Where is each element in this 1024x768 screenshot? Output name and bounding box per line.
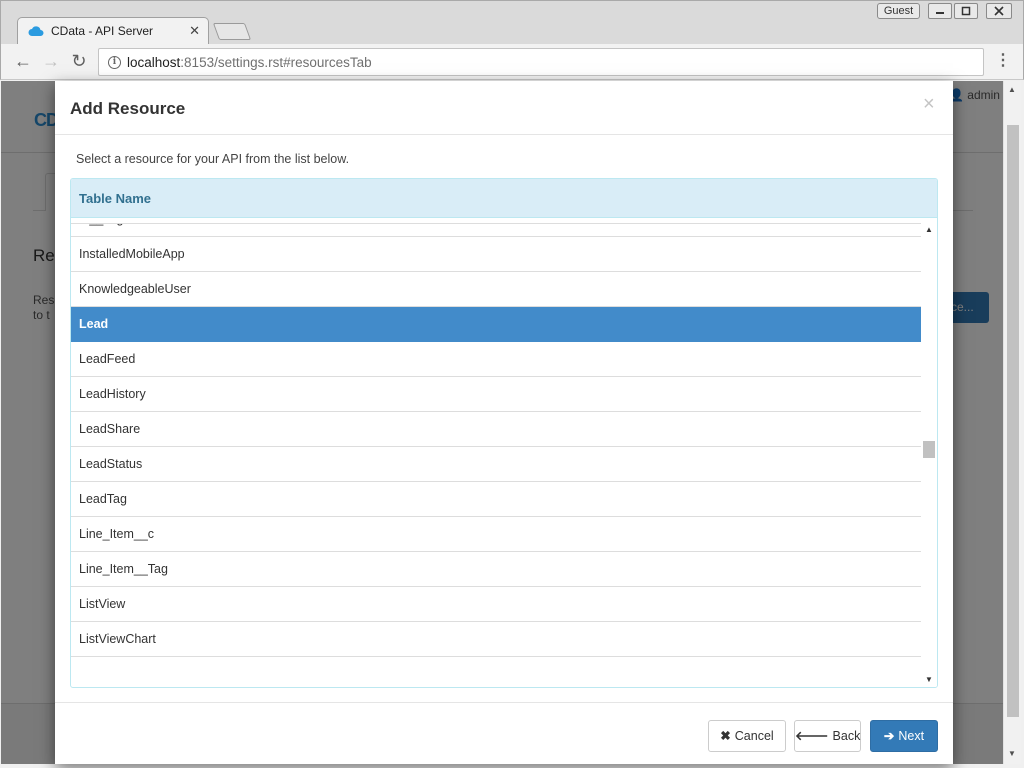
table-row[interactable]: LeadStatus [71, 447, 921, 482]
url-path: :8153/settings.rst#resourcesTab [180, 55, 372, 70]
close-icon[interactable]: × [923, 94, 935, 114]
table-cell-name: Lead [79, 317, 109, 331]
table-cell-name: LeadShare [79, 422, 141, 436]
table-cell-name: LeadHistory [79, 387, 146, 401]
table-cell-name: Line_Item__c [79, 527, 155, 541]
times-icon: ✖ [720, 729, 731, 743]
resource-table: Table Name Id__Tag InstalledMobileApp Know… [70, 178, 938, 688]
modal-title: Add Resource [70, 99, 186, 118]
next-button[interactable]: ➔ Next [870, 720, 938, 752]
table-row[interactable]: ListViewChart [71, 622, 921, 657]
table-cell-name: KnowledgeableUser [79, 282, 191, 296]
table-scroll-down-icon[interactable]: ▼ [925, 675, 933, 684]
table-row[interactable]: Id__Tag [71, 224, 921, 237]
add-resource-modal: Add Resource × Select a resource for you… [55, 81, 953, 764]
table-cell-name: LeadTag [79, 492, 127, 506]
window-close-icon[interactable] [986, 3, 1012, 19]
cancel-button[interactable]: ✖ Cancel [708, 720, 786, 752]
table-row[interactable]: LeadTag [71, 482, 921, 517]
browser-toolbar: ← → ↻ i localhost:8153/settings.rst#reso… [0, 44, 1024, 80]
page-scroll-thumb[interactable] [1007, 125, 1019, 717]
reload-icon[interactable]: ↻ [68, 51, 90, 73]
tab-close-icon[interactable]: ✕ [189, 23, 200, 39]
column-header-table-name[interactable]: Table Name [79, 191, 151, 206]
profile-badge[interactable]: Guest [877, 3, 920, 19]
back-arrow-icon[interactable]: ← [12, 51, 34, 73]
table-scroll-thumb[interactable] [923, 441, 935, 458]
browser-tab[interactable]: CData - API Server ✕ [17, 17, 209, 45]
modal-footer: ✖ Cancel 🡐 Back ➔ Next [55, 702, 953, 764]
browser-menu-icon[interactable]: ⋮ [995, 52, 1011, 72]
table-row[interactable]: KnowledgeableUser [71, 272, 921, 307]
url-text[interactable]: localhost:8153/settings.rst#resourcesTab [127, 55, 372, 70]
table-cell-name: ListView [79, 597, 126, 611]
table-row[interactable]: LeadFeed [71, 342, 921, 377]
back-button[interactable]: 🡐 Back [794, 720, 861, 752]
maximize-icon[interactable] [954, 3, 978, 19]
cancel-label: Cancel [734, 729, 774, 743]
table-row[interactable]: Line_Item__Tag [71, 552, 921, 587]
minimize-icon[interactable] [928, 3, 952, 19]
table-cell-name: InstalledMobileApp [79, 247, 185, 261]
next-label: Next [898, 729, 925, 743]
table-cell-name: Line_Item__Tag [79, 562, 168, 576]
table-row[interactable]: LeadShare [71, 412, 921, 447]
table-row[interactable]: Line_Item__c [71, 517, 921, 552]
scroll-up-icon[interactable]: ▲ [1008, 85, 1016, 94]
info-icon[interactable]: i [108, 56, 121, 69]
table-body: Id__Tag InstalledMobileApp KnowledgeableUs… [71, 223, 921, 687]
table-scrollbar[interactable]: ▲ ▼ [921, 223, 937, 687]
table-cell-name: LeadFeed [79, 352, 136, 366]
forward-arrow-icon[interactable]: → [40, 51, 62, 73]
scroll-down-icon[interactable]: ▼ [1008, 749, 1016, 758]
tab-title: CData - API Server [51, 24, 154, 38]
arrow-left-icon: 🡐 [795, 729, 829, 743]
cloud-icon [28, 26, 44, 36]
table-scroll-up-icon[interactable]: ▲ [925, 225, 933, 234]
table-cell-name: LeadStatus [79, 457, 143, 471]
table-cell-name: Id__Tag [79, 224, 123, 226]
modal-intro-text: Select a resource for your API from the … [76, 152, 350, 166]
table-row[interactable]: InstalledMobileApp [71, 237, 921, 272]
new-tab-button[interactable] [212, 23, 252, 40]
url-host: localhost [127, 55, 181, 70]
table-row[interactable]: ListView [71, 587, 921, 622]
arrow-right-icon: ➔ [883, 729, 895, 743]
table-cell-name: ListViewChart [79, 632, 156, 646]
table-row[interactable]: LeadHistory [71, 377, 921, 412]
table-row[interactable]: Lead [71, 307, 921, 342]
table-header: Table Name [71, 179, 937, 218]
browser-title-bar: CData - API Server ✕ Guest [0, 0, 1024, 45]
page-scrollbar[interactable]: ▲ ▼ [1003, 81, 1021, 764]
back-label: Back [832, 729, 861, 743]
modal-header: Add Resource × [55, 81, 953, 135]
address-bar[interactable]: i localhost:8153/settings.rst#resourcesT… [98, 48, 984, 76]
